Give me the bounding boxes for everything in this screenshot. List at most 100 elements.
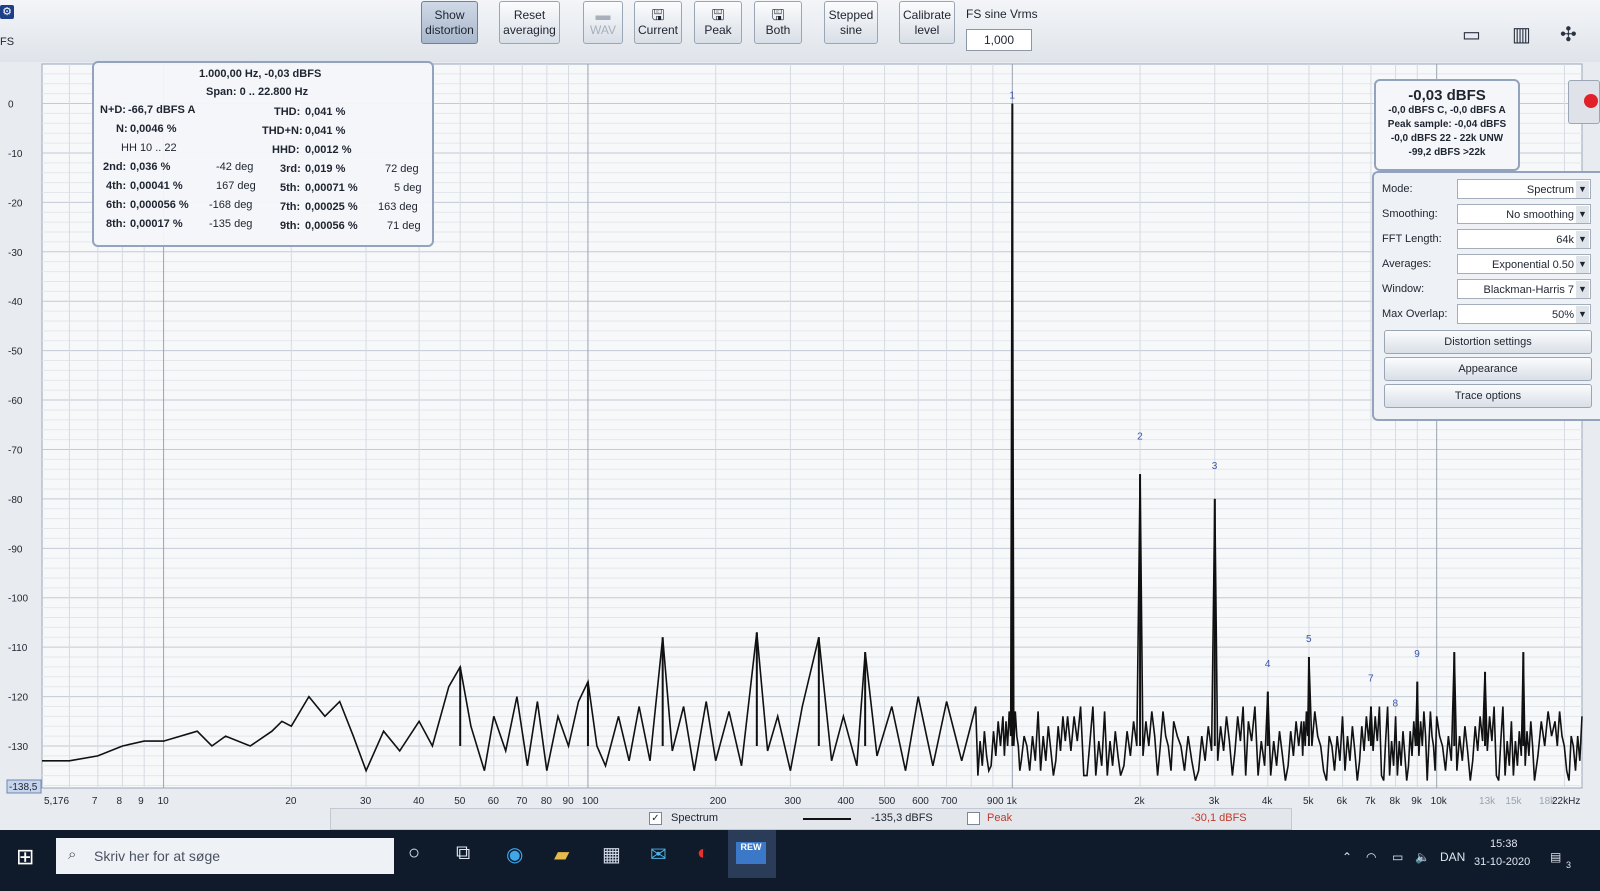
windows-start-icon[interactable]: ⊞ <box>16 844 34 870</box>
rew-app-tile[interactable]: REW <box>728 830 776 878</box>
max-overlap-select[interactable]: 50% ▼ <box>1457 304 1591 324</box>
mode-select[interactable]: Spectrum ▼ <box>1457 179 1591 199</box>
x-tick-label: 10 <box>158 796 170 807</box>
harmonic-7-value: 0,00025 % <box>305 201 358 213</box>
smoothing-label: Smoothing: <box>1382 208 1438 220</box>
store-icon[interactable]: ▦ <box>602 842 621 867</box>
distortion-settings-button[interactable]: Distortion settings <box>1384 330 1592 354</box>
harmonic-9-label: 9th: <box>280 220 301 232</box>
y-axis-bottom-label: -138,5 <box>9 782 38 793</box>
stepped-sine-button[interactable]: Stepped sine <box>824 1 878 44</box>
thdn-label: THD+N: <box>262 125 303 137</box>
save-both-button[interactable]: 🖫 Both <box>754 1 802 44</box>
harmonic-4-label: 4th: <box>106 180 127 192</box>
mail-icon[interactable]: ✉ <box>650 842 667 867</box>
spectrum-checkbox[interactable]: ✓ <box>649 812 662 825</box>
mode-value: Spectrum <box>1526 184 1574 196</box>
y-tick-label: -50 <box>8 347 23 358</box>
fft-length-select[interactable]: 64k ▼ <box>1457 229 1591 249</box>
x-tick-label: 70 <box>516 796 528 807</box>
clock-time[interactable]: 15:38 <box>1490 838 1518 850</box>
y-tick-label: -80 <box>8 495 23 506</box>
save-peak-button[interactable]: 🖫 Peak <box>694 1 742 44</box>
spectrum-legend-swatch <box>803 818 851 820</box>
level-peak-sample: Peak sample: -0,04 dBFS <box>1387 119 1507 130</box>
harmonic-5-label: 5th: <box>280 182 301 194</box>
x-tick-label: 90 <box>563 796 575 807</box>
fft-length-row: FFT Length: 64k ▼ <box>1382 229 1600 251</box>
x-tick-label: 700 <box>941 796 958 807</box>
spectrum-legend-value: -135,3 dBFS <box>871 812 933 824</box>
cortana-icon[interactable]: ○ <box>408 842 420 865</box>
notification-icon[interactable]: ▤ <box>1550 850 1561 864</box>
x-tick-label: 8 <box>116 796 122 807</box>
fft-length-value: 64k <box>1556 234 1574 246</box>
harmonic-marker-label: 4 <box>1265 659 1271 670</box>
x-tick-label: 9 <box>138 796 144 807</box>
harmonic-marker-label: 1 <box>1009 91 1015 102</box>
recorder-icon[interactable]: ◐ <box>697 842 709 865</box>
averages-value: Exponential 0.50 <box>1492 259 1574 271</box>
x-tick-label: 200 <box>710 796 727 807</box>
edge-icon[interactable]: ◉ <box>506 842 523 867</box>
x-tick-label: 6k <box>1337 796 1349 807</box>
thdn-value: 0,041 % <box>305 125 346 137</box>
harmonic-4-value: 0,00041 % <box>130 180 183 192</box>
battery-icon[interactable]: ▭ <box>1392 850 1403 864</box>
peak-checkbox[interactable] <box>967 812 980 825</box>
hhd-label: HHD: <box>272 144 300 156</box>
clock-date[interactable]: 31-10-2020 <box>1474 856 1530 868</box>
harmonic-3-phase: 72 deg <box>385 163 419 175</box>
harmonic-6-phase: -168 deg <box>209 199 253 211</box>
save-icon: 🖫 <box>711 6 725 24</box>
trace-options-button[interactable]: Trace options <box>1384 384 1592 408</box>
fs-sine-label: FS sine Vrms <box>966 7 1038 21</box>
max-overlap-label: Max Overlap: <box>1382 308 1448 320</box>
save-current-button[interactable]: 🖫 Current <box>634 1 682 44</box>
gear-icon[interactable]: ⚙ <box>0 5 14 19</box>
windows-taskbar: ⊞ ⌕ Skriv her for at søge ○ ⧉ ◉ ▰ ▦ ✉ ◐ … <box>0 830 1600 891</box>
x-tick-label: 2k <box>1134 796 1146 807</box>
calibrate-level-button[interactable]: Calibrate level <box>899 1 955 44</box>
hh-label: HH 10 .. 22 <box>121 142 177 154</box>
reset-averaging-button[interactable]: Reset averaging <box>499 1 560 44</box>
record-button[interactable] <box>1568 80 1600 124</box>
nd-value: -66,7 dBFS A <box>128 104 196 116</box>
volume-icon[interactable]: 🔈 <box>1415 850 1430 864</box>
harmonic-marker-label: 7 <box>1368 674 1374 685</box>
x-tick-label: 500 <box>879 796 896 807</box>
language-indicator[interactable]: DAN <box>1440 850 1465 864</box>
level-panel: -0,03 dBFS -0,0 dBFS C, -0,0 dBFS A Peak… <box>1374 79 1520 171</box>
search-icon: ⌕ <box>68 846 77 863</box>
x-tick-label: 80 <box>541 796 553 807</box>
window-label: Window: <box>1382 283 1425 295</box>
y-tick-label: -110 <box>8 643 28 654</box>
harmonic-5-phase: 5 deg <box>394 182 422 194</box>
task-view-icon[interactable]: ⧉ <box>456 842 470 865</box>
y-tick-label: -10 <box>8 149 23 160</box>
chevron-up-icon[interactable]: ⌃ <box>1342 850 1352 864</box>
explorer-icon[interactable]: ▰ <box>554 842 569 867</box>
columns-icon[interactable]: ▥ <box>1512 22 1531 47</box>
harmonic-8-phase: -135 deg <box>209 218 253 230</box>
smoothing-value: No smoothing <box>1506 209 1574 221</box>
harmonic-8-label: 8th: <box>106 218 127 230</box>
notification-count: 3 <box>1566 860 1572 870</box>
harmonic-7-label: 7th: <box>280 201 301 213</box>
trace-legend: ✓ Spectrum -135,3 dBFS Peak -30,1 dBFS <box>330 808 1292 830</box>
fs-sine-input[interactable]: 1,000 <box>966 29 1032 51</box>
expand-icon[interactable]: ✣ <box>1560 22 1577 47</box>
smoothing-row: Smoothing: No smoothing ▼ <box>1382 204 1600 226</box>
wav-button[interactable]: ▬ WAV <box>583 1 623 44</box>
wifi-icon[interactable]: ◠ <box>1366 850 1376 864</box>
x-tick-label: 30 <box>360 796 372 807</box>
averages-select[interactable]: Exponential 0.50 ▼ <box>1457 254 1591 274</box>
layout-icon[interactable]: ▭ <box>1462 22 1481 47</box>
taskbar-search[interactable]: ⌕ Skriv her for at søge <box>56 838 394 874</box>
smoothing-select[interactable]: No smoothing ▼ <box>1457 204 1591 224</box>
appearance-button[interactable]: Appearance <box>1384 357 1592 381</box>
harmonic-3-value: 0,019 % <box>305 163 346 175</box>
harmonic-marker-label: 5 <box>1306 634 1312 645</box>
show-distortion-button[interactable]: Show distortion <box>421 1 478 44</box>
window-select[interactable]: Blackman-Harris 7 ▼ <box>1457 279 1591 299</box>
